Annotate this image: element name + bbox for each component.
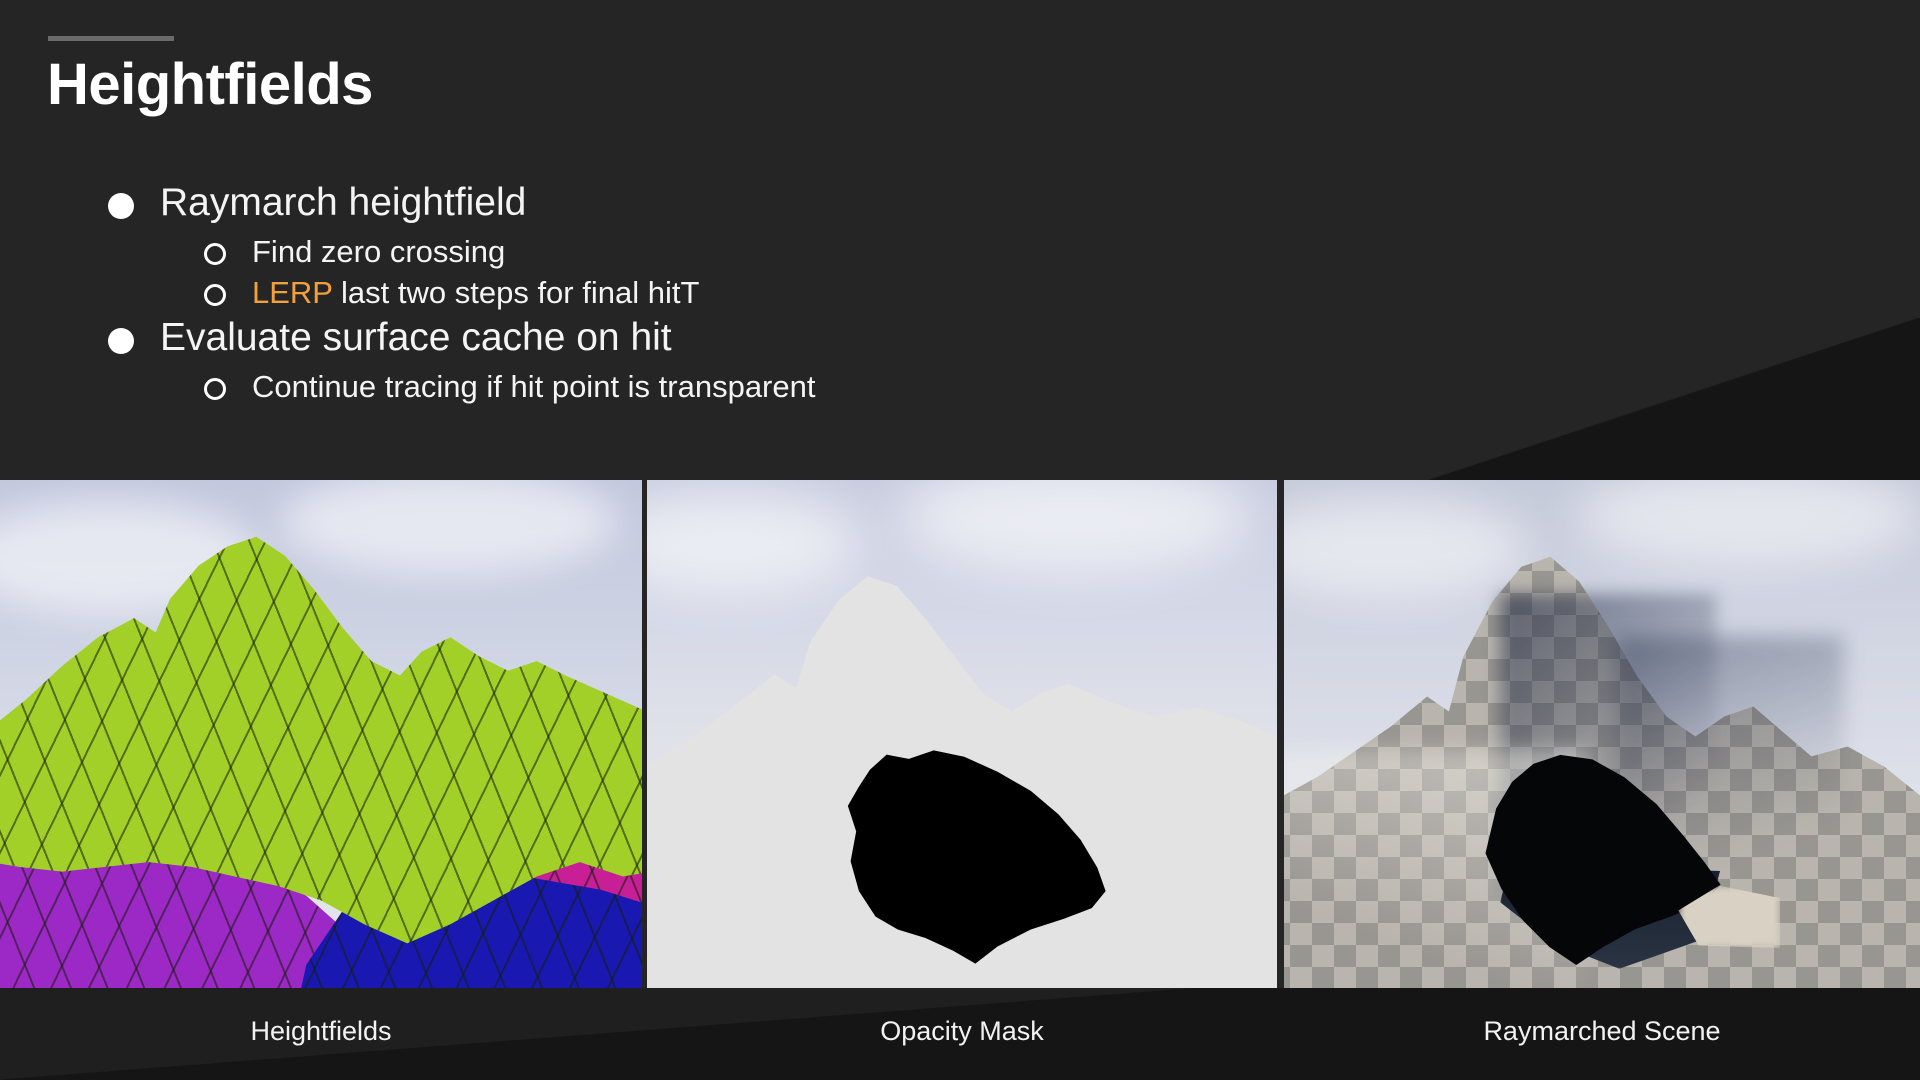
filled-circle-icon: [108, 193, 134, 219]
hollow-circle-icon: [204, 242, 226, 265]
bullet-list: Raymarch heightfield Find zero crossing …: [108, 180, 1508, 409]
bullet-item-3: LERP last two steps for final hitT: [204, 274, 1508, 311]
bullet-text: LERP last two steps for final hitT: [252, 274, 699, 311]
filled-circle-icon: [108, 328, 134, 355]
figure-caption-heightfields: Heightfields: [250, 1016, 392, 1046]
caption-row: Heightfields Opacity Mask Raymarched Sce…: [0, 988, 1920, 1080]
figure-opacity-mask: [647, 480, 1277, 1000]
bullet-text: Continue tracing if hit point is transpa…: [252, 368, 816, 404]
bullet-item-4: Evaluate surface cache on hit: [108, 315, 1508, 362]
bullet-item-1: Raymarch heightfield: [108, 180, 1508, 227]
slide-root: Heightfields Raymarch heightfield Find z…: [0, 0, 1920, 1080]
hollow-circle-icon: [204, 283, 226, 306]
bullet-text: Find zero crossing: [252, 233, 506, 269]
figure-heightfields: [0, 480, 642, 1000]
title-rule: [48, 36, 174, 41]
figure-row: [0, 480, 1920, 1000]
page-title: Heightfields: [47, 52, 373, 117]
bullet-item-2: Find zero crossing: [204, 233, 1508, 270]
hollow-circle-icon: [204, 377, 226, 400]
figure-caption-raymarched-scene: Raymarched Scene: [1483, 1016, 1721, 1046]
figure-raymarched-scene: [1284, 480, 1920, 1000]
bullet-text: Evaluate surface cache on hit: [160, 316, 672, 360]
bullet-item-5: Continue tracing if hit point is transpa…: [204, 368, 1508, 405]
bullet-text-rest: last two steps for final hitT: [332, 274, 700, 310]
bullet-highlight-term: LERP: [252, 274, 333, 310]
figure-caption-opacity-mask: Opacity Mask: [880, 1016, 1044, 1046]
bullet-text: Raymarch heightfield: [160, 181, 527, 224]
